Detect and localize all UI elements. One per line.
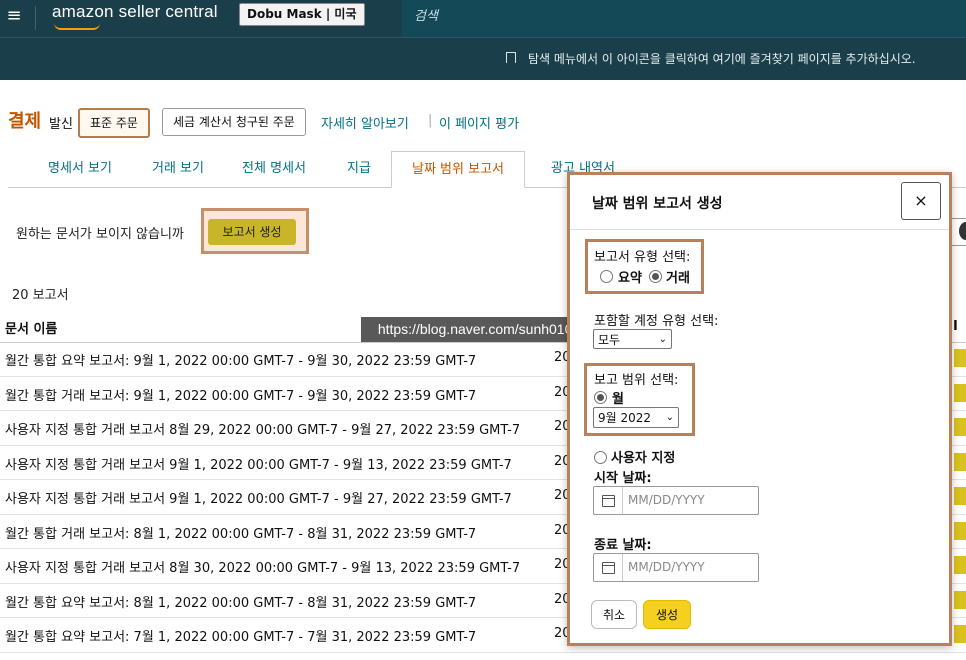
search-input[interactable]: 검색 bbox=[402, 0, 966, 37]
calendar-icon[interactable] bbox=[594, 554, 623, 581]
link-separator: | bbox=[428, 113, 433, 128]
search-placeholder: 검색 bbox=[414, 9, 438, 24]
download-button[interactable] bbox=[954, 383, 966, 402]
download-button[interactable] bbox=[954, 349, 966, 367]
month-select[interactable]: 9월 2022 ⌄ bbox=[593, 407, 679, 428]
report-name: 월간 통합 거래 보고서: 9월 1, 2022 00:00 GMT-7 - 9… bbox=[5, 388, 477, 404]
radio-summary-label: 요약 bbox=[618, 271, 642, 286]
download-button[interactable] bbox=[954, 521, 966, 540]
cancel-button[interactable]: 취소 bbox=[591, 600, 637, 629]
generate-report-button[interactable]: 보고서 생성 bbox=[208, 219, 296, 245]
report-count: 20 보고서 bbox=[12, 288, 69, 303]
chevron-down-icon: ⌄ bbox=[658, 334, 667, 345]
missing-document-text: 원하는 문서가 보이지 않습니까 bbox=[16, 227, 184, 242]
report-name: 사용자 지정 통합 거래 보고서 9월 1, 2022 00:00 GMT-7 … bbox=[5, 492, 512, 507]
report-name: 월간 통합 요약 보고서: 8월 1, 2022 00:00 GMT-7 - 8… bbox=[5, 595, 477, 611]
account-type-value: 모두 bbox=[598, 333, 621, 347]
month-value: 9월 2022 bbox=[598, 411, 652, 425]
hamburger-menu-icon[interactable]: ≡ bbox=[4, 6, 24, 26]
report-name: 사용자 지정 통합 거래 보고서 8월 29, 2022 00:00 GMT-7… bbox=[5, 423, 521, 438]
download-button[interactable] bbox=[954, 590, 966, 609]
standard-order-button[interactable]: 표준 주문 bbox=[78, 108, 150, 138]
tab-date-range-reports[interactable]: 날짜 범위 보고서 bbox=[391, 151, 525, 188]
download-button[interactable] bbox=[954, 487, 966, 505]
radio-custom-label: 사용자 지정 bbox=[611, 451, 676, 466]
store-selector[interactable]: Dobu Mask | 미국 bbox=[239, 3, 365, 26]
bookmark-hint-text: 탐색 메뉴에서 이 아이콘을 클릭하여 여기에 즐겨찾기 페이지를 추가하십시오… bbox=[528, 52, 916, 66]
tab-view-transactions[interactable]: 거래 보기 bbox=[138, 151, 218, 186]
report-name: 사용자 지정 통합 거래 보고서 8월 30, 2022 00:00 GMT-7… bbox=[5, 561, 521, 576]
radio-custom[interactable] bbox=[594, 451, 607, 464]
tab-disbursements[interactable]: 지급 bbox=[334, 151, 384, 186]
modal-title: 날짜 범위 보고서 생성 bbox=[592, 196, 723, 212]
report-range-label: 보고 범위 선택: bbox=[594, 373, 679, 388]
account-type-select[interactable]: 모두 ⌄ bbox=[593, 329, 672, 349]
report-name: 사용자 지정 통합 거래 보고서 9월 1, 2022 00:00 GMT-7 … bbox=[5, 457, 512, 473]
partial-circle-icon[interactable] bbox=[959, 222, 966, 240]
radio-month-label: 월 bbox=[612, 392, 624, 407]
column-header-partial: I bbox=[953, 319, 958, 334]
end-date-label: 종료 날짜: bbox=[594, 538, 652, 553]
calendar-icon[interactable] bbox=[594, 487, 623, 514]
download-button[interactable] bbox=[954, 418, 966, 436]
report-name: 월간 통합 요약 보고서: 7월 1, 2022 00:00 GMT-7 - 7… bbox=[5, 630, 477, 645]
download-button[interactable] bbox=[954, 625, 966, 643]
report-name: 월간 통합 요약 보고서: 9월 1, 2022 00:00 GMT-7 - 9… bbox=[5, 354, 477, 369]
download-button[interactable] bbox=[954, 452, 966, 471]
divider bbox=[35, 6, 36, 30]
end-date-input[interactable]: MM/DD/YYYY bbox=[593, 553, 759, 582]
chevron-down-icon: ⌄ bbox=[665, 412, 674, 423]
close-button[interactable]: × bbox=[901, 182, 941, 220]
modal-header: 날짜 범위 보고서 생성 × bbox=[570, 175, 949, 230]
start-date-label: 시작 날짜: bbox=[594, 471, 652, 486]
report-name: 월간 통합 거래 보고서: 8월 1, 2022 00:00 GMT-7 - 8… bbox=[5, 526, 477, 542]
radio-month[interactable] bbox=[594, 391, 607, 404]
tab-all-statements[interactable]: 전체 명세서 bbox=[232, 151, 316, 186]
radio-summary[interactable] bbox=[600, 270, 613, 283]
start-date-placeholder: MM/DD/YYYY bbox=[628, 493, 705, 507]
download-button[interactable] bbox=[954, 556, 966, 574]
end-date-placeholder: MM/DD/YYYY bbox=[628, 560, 705, 574]
amazon-seller-central-logo[interactable]: amazon seller central bbox=[52, 2, 218, 30]
rate-page-link[interactable]: 이 페이지 평가 bbox=[439, 113, 519, 132]
tab-view-statements[interactable]: 명세서 보기 bbox=[34, 151, 126, 186]
create-button[interactable]: 생성 bbox=[643, 600, 691, 629]
page-title: 결제 bbox=[8, 111, 42, 132]
bookmark-info-bar: 탐색 메뉴에서 이 아이콘을 클릭하여 여기에 즐겨찾기 페이지를 추가하십시오… bbox=[0, 37, 966, 80]
bookmark-icon[interactable] bbox=[506, 52, 516, 63]
top-navigation-bar: ≡ amazon seller central Dobu Mask | 미국 검… bbox=[0, 0, 966, 37]
column-document-name: 문서 이름 bbox=[5, 322, 58, 337]
issue-label: 발신 bbox=[49, 117, 73, 132]
amazon-smile-icon bbox=[54, 23, 100, 30]
learn-more-link[interactable]: 자세히 알아보기 bbox=[321, 113, 409, 132]
radio-transaction-label: 거래 bbox=[666, 271, 690, 286]
tax-invoice-order-button[interactable]: 세금 계산서 청구된 주문 bbox=[162, 108, 306, 136]
blog-watermark: https://blog.naver.com/sunh0103 bbox=[361, 317, 597, 342]
account-type-label: 포함할 계정 유형 선택: bbox=[594, 314, 719, 329]
date-range-report-modal: 날짜 범위 보고서 생성 × 보고서 유형 선택: 요약 거래 포함할 계정 유… bbox=[567, 172, 952, 646]
start-date-input[interactable]: MM/DD/YYYY bbox=[593, 486, 759, 515]
radio-transaction[interactable] bbox=[649, 270, 662, 283]
report-type-label: 보고서 유형 선택: bbox=[594, 250, 691, 265]
